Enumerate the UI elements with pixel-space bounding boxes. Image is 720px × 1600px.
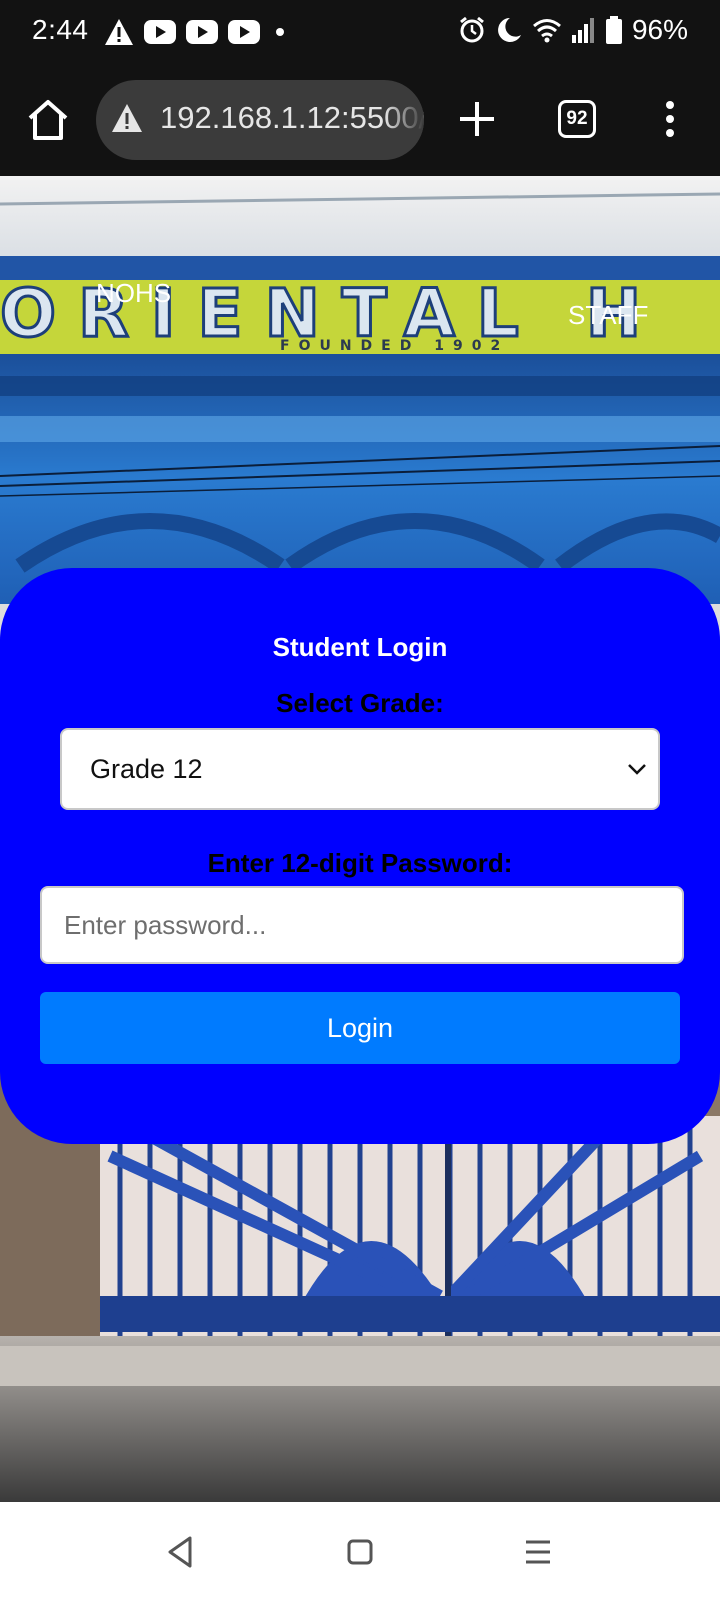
signal-icon — [571, 18, 594, 43]
grade-select[interactable]: Grade 12 — [60, 728, 660, 810]
chevron-down-icon — [628, 764, 646, 775]
login-card: Student Login Select Grade: Grade 12 Ent… — [0, 568, 720, 1144]
url-fade — [384, 80, 424, 160]
home-button-icon[interactable] — [340, 1532, 380, 1572]
address-bar[interactable]: 192.168.1.12:5500/ — [96, 80, 424, 160]
status-time: 2:44 — [32, 14, 89, 45]
grade-label: Select Grade: — [276, 688, 444, 718]
login-button[interactable]: Login — [40, 992, 680, 1064]
more-options-icon[interactable] — [658, 96, 682, 142]
youtube-icon — [186, 20, 218, 44]
not-secure-icon[interactable] — [110, 102, 144, 134]
password-input[interactable] — [40, 886, 684, 964]
status-bar: 2:44 96% — [0, 0, 720, 66]
back-icon[interactable] — [160, 1532, 200, 1572]
dot-icon — [276, 28, 284, 36]
wifi-icon — [532, 19, 561, 43]
new-tab-icon[interactable] — [454, 96, 500, 142]
moon-icon — [498, 18, 521, 42]
nav-brand-link[interactable]: NOHS — [96, 278, 171, 309]
notification-icons — [104, 18, 290, 46]
svg-text:FOUNDED 1902: FOUNDED 1902 — [280, 338, 509, 354]
nav-staff-link[interactable]: STAFF — [568, 300, 648, 331]
web-page: ORIENTAL H FOUNDED 1902 NOHS STAFF Stude… — [0, 176, 720, 1502]
home-icon[interactable] — [24, 96, 72, 144]
login-title: Student Login — [272, 632, 448, 662]
grade-select-value: Grade 12 — [90, 754, 203, 784]
youtube-icon — [228, 20, 260, 44]
tab-switcher-button[interactable]: 92 — [558, 100, 596, 138]
warning-icon — [105, 19, 133, 45]
alarm-icon — [460, 16, 484, 43]
system-icons: 96% — [458, 14, 688, 46]
browser-toolbar: 192.168.1.12:5500/ 92 — [0, 66, 720, 176]
password-label: Enter 12-digit Password: — [207, 848, 513, 878]
battery-level: 96% — [631, 14, 688, 45]
recents-icon[interactable] — [518, 1532, 558, 1572]
youtube-icon — [144, 20, 176, 44]
system-navigation-bar — [0, 1502, 720, 1600]
battery-icon — [605, 16, 622, 44]
